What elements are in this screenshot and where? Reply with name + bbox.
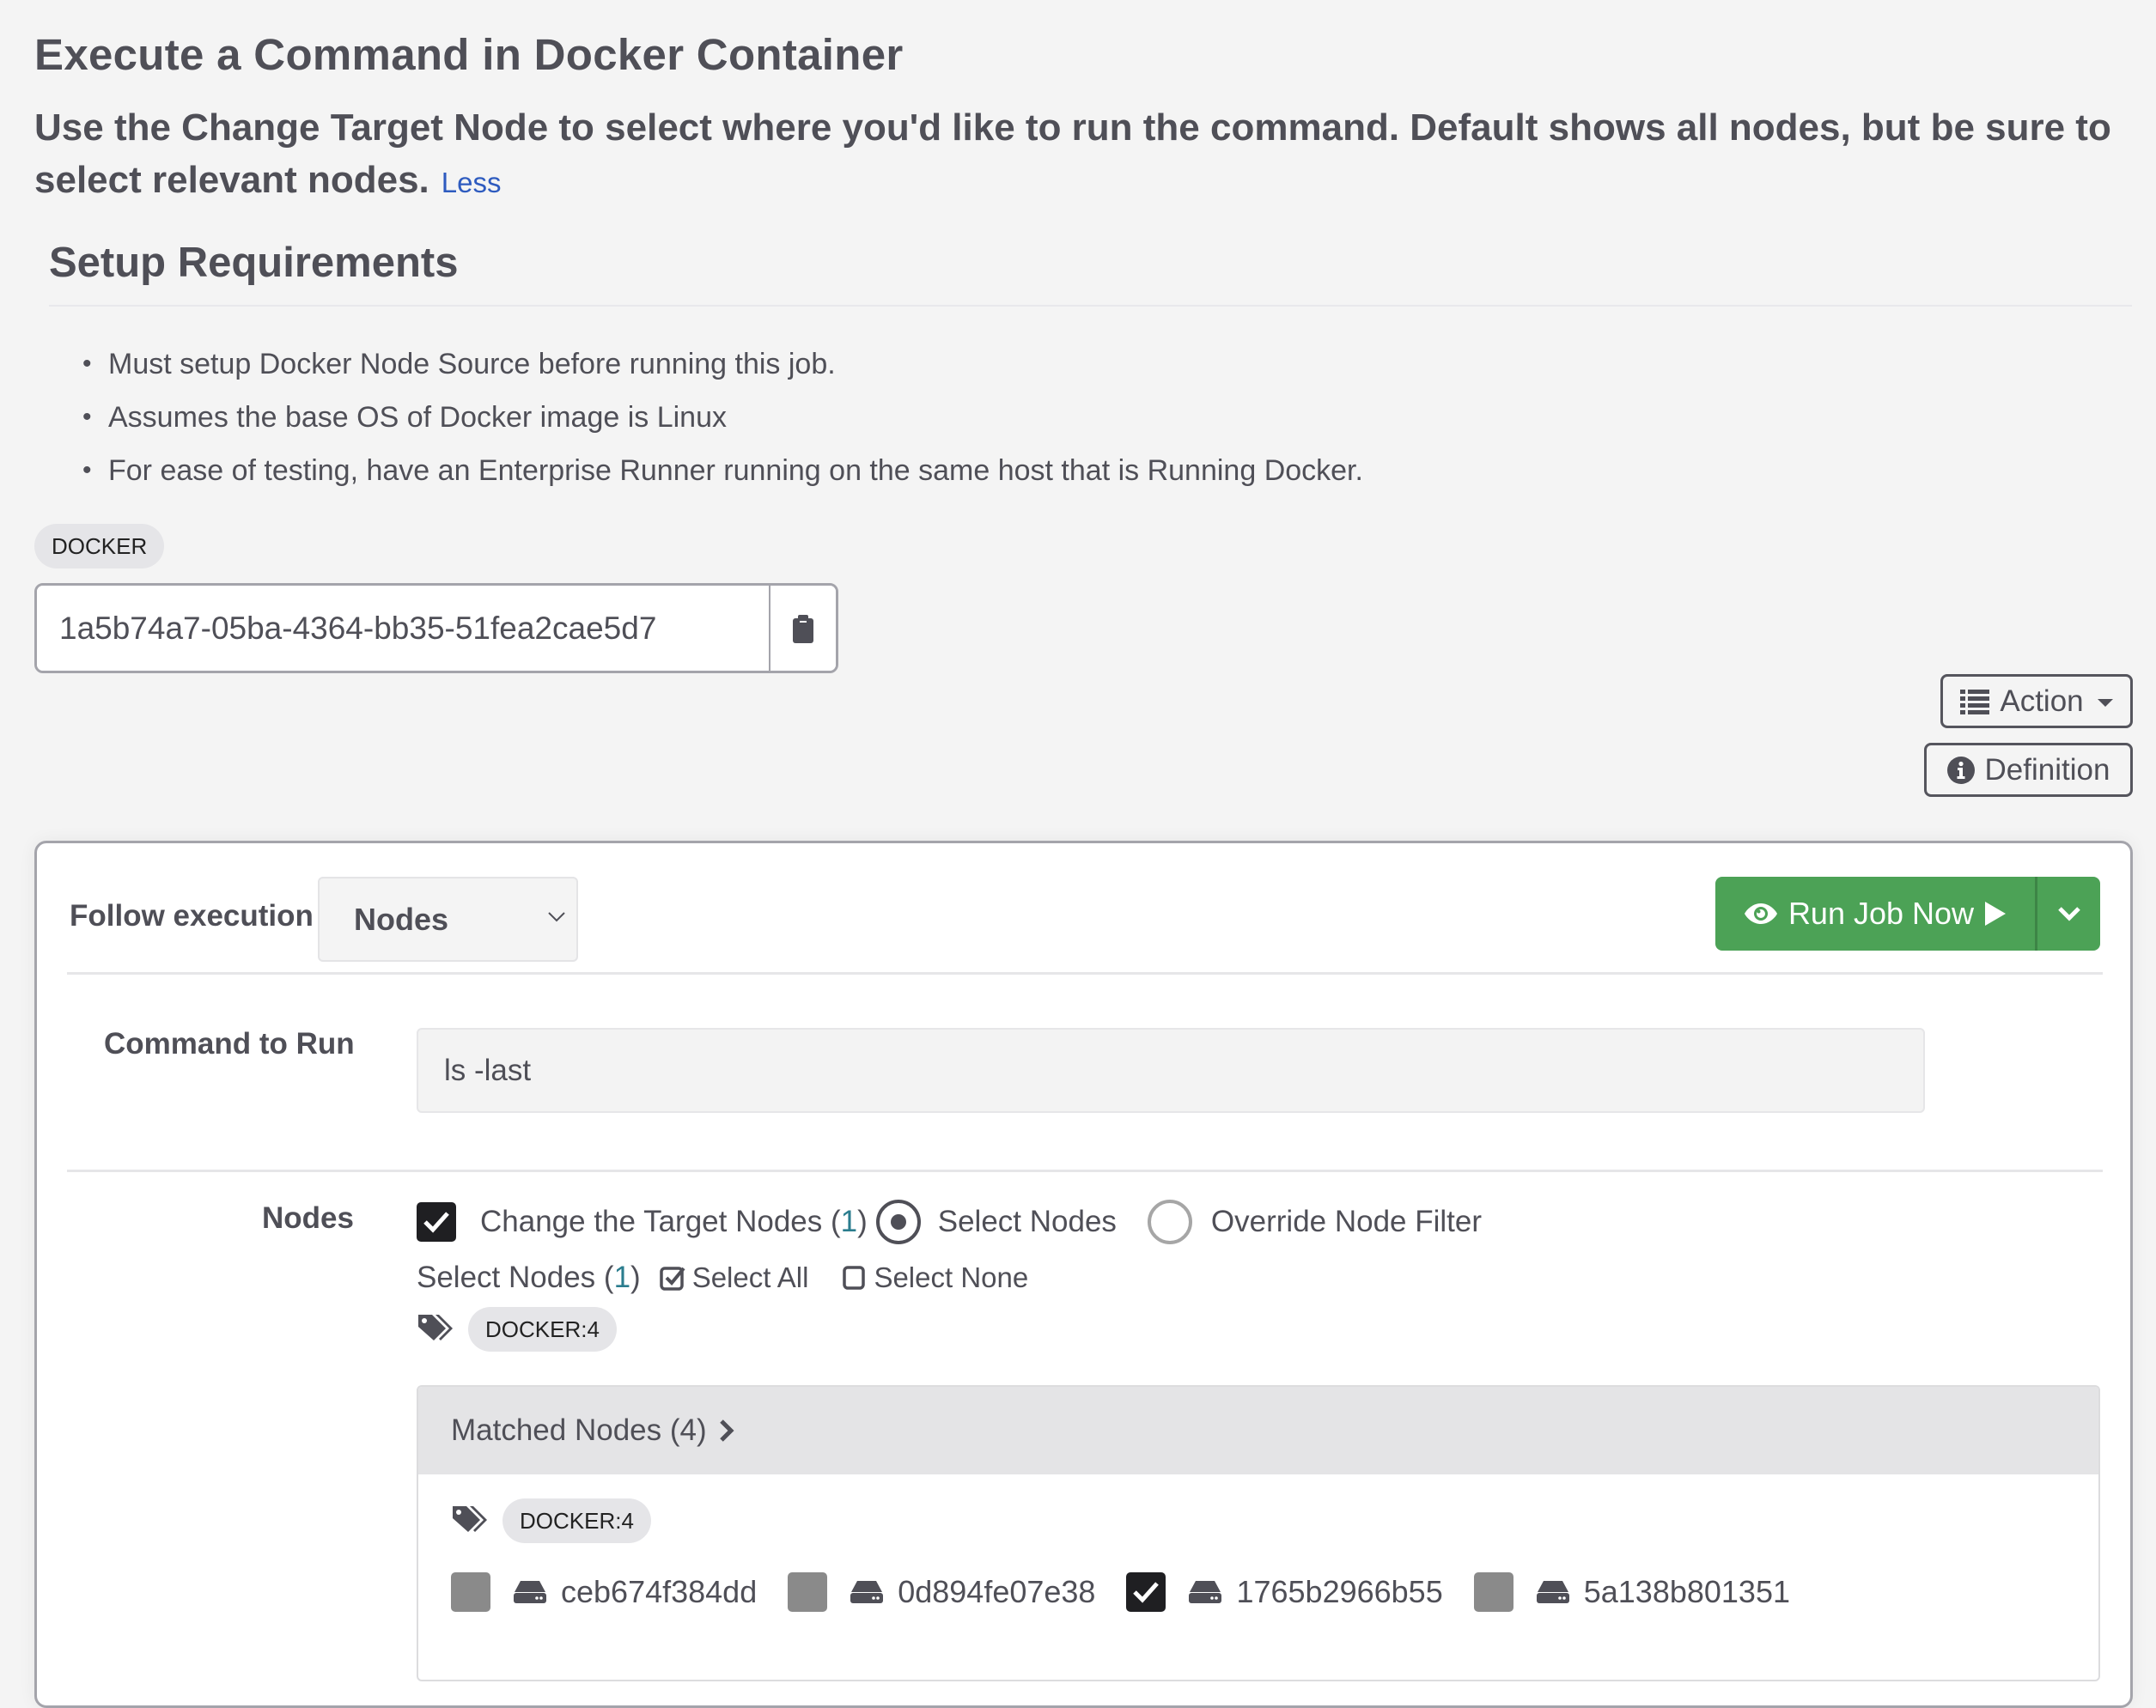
follow-execution-value: Nodes bbox=[354, 901, 449, 937]
requirement-text: Must setup Docker Node Source before run… bbox=[108, 348, 836, 380]
select-nodes-count: 1 bbox=[613, 1261, 631, 1294]
node-item[interactable]: 5a138b801351 bbox=[1473, 1572, 1790, 1612]
node-checkbox[interactable] bbox=[1126, 1572, 1166, 1612]
node-checkbox[interactable] bbox=[788, 1572, 828, 1612]
matched-nodes-title: Matched Nodes (4) bbox=[451, 1413, 707, 1447]
run-job-label: Run Job Now bbox=[1788, 896, 1975, 931]
square-icon bbox=[843, 1266, 866, 1290]
clipboard-icon bbox=[793, 614, 813, 643]
matched-tag-pill[interactable]: DOCKER:4 bbox=[502, 1498, 651, 1543]
job-tag-badge[interactable]: DOCKER bbox=[34, 524, 165, 568]
eye-icon bbox=[1744, 903, 1777, 924]
run-job-panel: Follow execution Nodes Run Job Now Comma… bbox=[34, 841, 2133, 1708]
tags-icon bbox=[418, 1315, 453, 1340]
override-node-filter-radio[interactable] bbox=[1147, 1200, 1192, 1244]
node-name: 1765b2966b55 bbox=[1236, 1574, 1443, 1609]
run-job-button-group: Run Job Now bbox=[1715, 877, 2100, 951]
section-divider bbox=[49, 305, 2132, 307]
panel-divider bbox=[67, 972, 2103, 975]
requirement-text: For ease of testing, have an Enterprise … bbox=[108, 454, 1363, 487]
select-all-label: Select All bbox=[691, 1261, 809, 1293]
copy-uuid-button[interactable] bbox=[769, 586, 836, 671]
page: Execute a Command in Docker Container Us… bbox=[0, 0, 2156, 1708]
change-target-nodes-checkbox[interactable] bbox=[417, 1202, 456, 1242]
command-label: Command to Run bbox=[104, 1027, 355, 1061]
select-none-label: Select None bbox=[874, 1261, 1029, 1293]
action-label: Action bbox=[2000, 684, 2084, 718]
node-checkbox[interactable] bbox=[1473, 1572, 1513, 1612]
tags-icon bbox=[453, 1506, 487, 1532]
job-uuid-field bbox=[34, 583, 838, 673]
select-nodes-text: Select Nodes ( bbox=[417, 1261, 614, 1294]
server-icon bbox=[514, 1581, 546, 1603]
server-icon bbox=[850, 1581, 884, 1603]
definition-label: Definition bbox=[1984, 752, 2110, 787]
page-title: Execute a Command in Docker Container bbox=[34, 30, 904, 79]
bullet-icon: • bbox=[82, 350, 92, 378]
server-icon bbox=[1189, 1581, 1222, 1603]
chevron-down-icon bbox=[548, 912, 565, 922]
select-nodes-controls: Select Nodes (1) Select All Select None bbox=[417, 1261, 1028, 1295]
select-nodes-radio[interactable] bbox=[875, 1200, 921, 1244]
override-node-filter-label: Override Node Filter bbox=[1210, 1205, 1483, 1238]
node-filter-tags: DOCKER:4 bbox=[417, 1307, 617, 1352]
bullet-icon: • bbox=[82, 403, 92, 431]
select-none-link[interactable]: Select None bbox=[843, 1261, 1028, 1294]
select-nodes-count-label: Select Nodes (1) bbox=[417, 1261, 641, 1295]
job-description: Use the Change Target Node to select whe… bbox=[34, 101, 2130, 209]
node-item[interactable]: 0d894fe07e38 bbox=[788, 1572, 1095, 1612]
list-icon bbox=[1960, 689, 1990, 714]
check-square-icon bbox=[659, 1267, 685, 1291]
requirement-item: • For ease of testing, have an Enterprise… bbox=[62, 447, 1363, 500]
radio-dot bbox=[890, 1214, 906, 1230]
select-nodes-radio-label: Select Nodes bbox=[937, 1205, 1117, 1238]
command-input[interactable] bbox=[417, 1028, 1925, 1113]
server-icon bbox=[1536, 1581, 1569, 1603]
job-description-text: Use the Change Target Node to select whe… bbox=[34, 106, 2111, 201]
job-uuid-input[interactable] bbox=[37, 586, 769, 671]
matched-nodes-toggle[interactable]: Matched Nodes (4) bbox=[418, 1387, 2098, 1474]
setup-requirements-title: Setup Requirements bbox=[49, 240, 459, 286]
matched-nodes-panel: Matched Nodes (4) DOCKER:4 ceb674f384dd … bbox=[417, 1385, 2100, 1681]
less-link[interactable]: Less bbox=[442, 167, 502, 198]
node-target-options: Change the Target Nodes (1) Select Nodes… bbox=[417, 1200, 1482, 1244]
node-name: 0d894fe07e38 bbox=[898, 1574, 1096, 1609]
requirement-item: • Must setup Docker Node Source before ru… bbox=[62, 340, 1363, 393]
caret-down-icon bbox=[2097, 699, 2113, 707]
node-name: ceb674f384dd bbox=[561, 1574, 758, 1609]
matched-tags: DOCKER:4 bbox=[451, 1498, 651, 1543]
change-target-nodes-label: Change the Target Nodes (1) bbox=[480, 1205, 868, 1239]
paren: ) bbox=[630, 1261, 641, 1294]
node-item[interactable]: ceb674f384dd bbox=[451, 1572, 757, 1612]
bullet-icon: • bbox=[82, 456, 92, 484]
action-menu-button[interactable]: Action bbox=[1940, 674, 2133, 728]
info-circle-icon bbox=[1946, 756, 1975, 784]
chevron-down-icon bbox=[2057, 907, 2080, 921]
node-checkbox[interactable] bbox=[451, 1572, 490, 1612]
follow-execution-label: Follow execution bbox=[70, 899, 314, 933]
check-icon bbox=[1133, 1582, 1160, 1603]
definition-button[interactable]: Definition bbox=[1924, 743, 2133, 797]
follow-execution-select[interactable]: Nodes bbox=[318, 877, 578, 962]
run-job-now-button[interactable]: Run Job Now bbox=[1715, 877, 2035, 951]
paren: ) bbox=[857, 1205, 868, 1238]
nodes-label: Nodes bbox=[262, 1201, 354, 1235]
check-icon bbox=[423, 1212, 449, 1233]
select-all-link[interactable]: Select All bbox=[659, 1261, 809, 1294]
play-icon bbox=[1985, 902, 2007, 926]
run-options-dropdown-button[interactable] bbox=[2035, 877, 2100, 951]
matched-node-list: ceb674f384dd 0d894fe07e38 1765b2966b55 5… bbox=[451, 1572, 1821, 1612]
requirements-list: • Must setup Docker Node Source before ru… bbox=[62, 340, 1363, 500]
requirement-text: Assumes the base OS of Docker image is L… bbox=[108, 401, 727, 434]
chevron-right-icon bbox=[719, 1419, 734, 1442]
requirement-item: • Assumes the base OS of Docker image is … bbox=[62, 393, 1363, 447]
filter-tag-pill[interactable]: DOCKER:4 bbox=[468, 1307, 617, 1352]
node-name: 5a138b801351 bbox=[1583, 1574, 1790, 1609]
change-target-text: Change the Target Nodes ( bbox=[480, 1205, 841, 1238]
change-target-count: 1 bbox=[840, 1205, 858, 1238]
panel-divider bbox=[67, 1170, 2103, 1172]
node-item[interactable]: 1765b2966b55 bbox=[1126, 1572, 1443, 1612]
